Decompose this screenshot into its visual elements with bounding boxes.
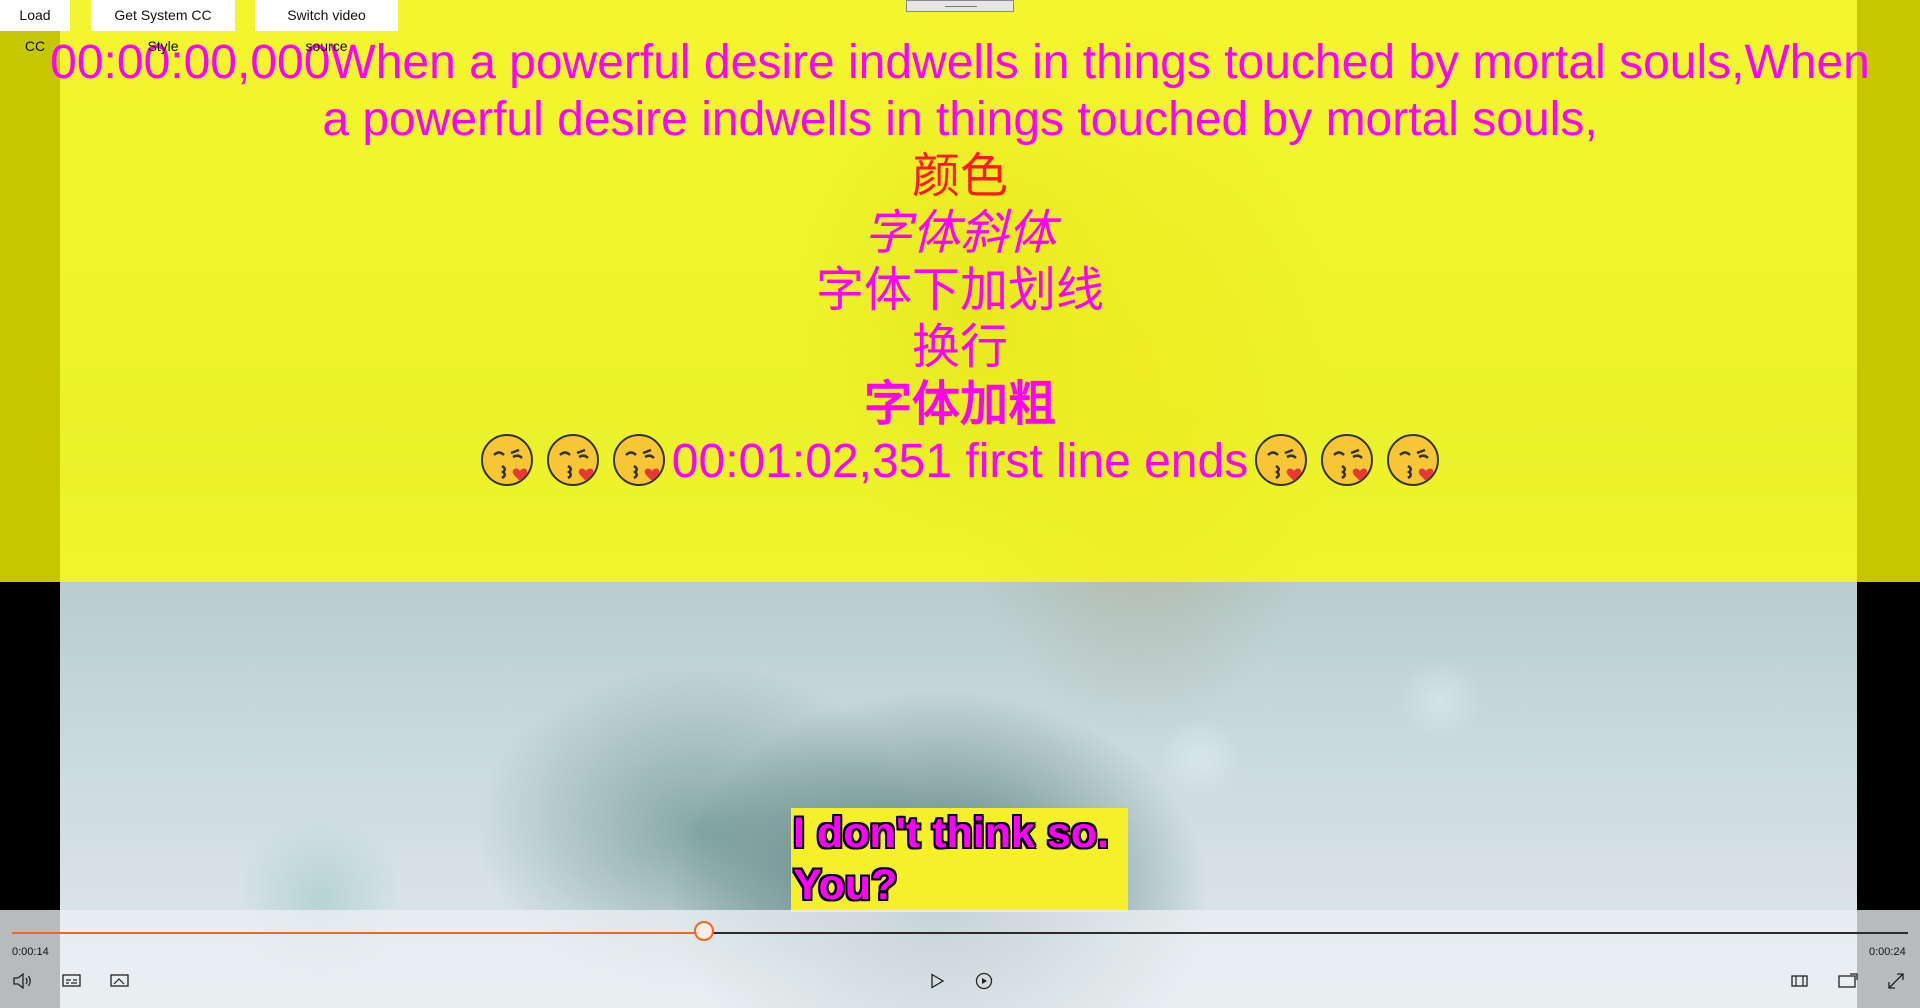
kissing-face-emoji-icon bbox=[1321, 434, 1374, 486]
drag-handle[interactable] bbox=[906, 0, 1014, 12]
replay-icon[interactable] bbox=[974, 971, 994, 991]
cast-icon[interactable] bbox=[110, 971, 130, 991]
caption-line-1b: a powerful desire indwells in things tou… bbox=[322, 93, 1598, 146]
get-system-cc-style-button[interactable]: Get System CC Style bbox=[91, 0, 235, 54]
fullscreen-icon[interactable] bbox=[1886, 971, 1906, 991]
seek-bar-thumb[interactable] bbox=[694, 921, 715, 941]
kissing-face-emoji-icon bbox=[480, 434, 533, 486]
kissing-face-emoji-icon bbox=[1255, 434, 1308, 486]
caption-bold-line: 字体加粗 bbox=[863, 378, 1056, 431]
play-icon[interactable] bbox=[927, 971, 947, 991]
media-player: 00:00:00,000When a powerful desire indwe… bbox=[0, 0, 1920, 1008]
subtitle-line-2: You? bbox=[793, 861, 898, 909]
caption-color-line: 颜色 bbox=[911, 150, 1008, 203]
compact-overlay-icon[interactable] bbox=[1790, 971, 1810, 991]
seek-bar[interactable] bbox=[12, 932, 1908, 934]
caption-italic-line: 字体斜体 bbox=[863, 207, 1056, 260]
kissing-face-emoji-icon bbox=[1387, 434, 1440, 486]
transport-controls bbox=[0, 910, 1920, 1008]
subtitle-line-1: I don't think so. bbox=[793, 809, 1109, 857]
seek-bar-progress bbox=[12, 932, 705, 934]
switch-video-source-button[interactable]: Switch video source bbox=[255, 0, 398, 54]
elapsed-time: 0:00:14 bbox=[12, 946, 49, 958]
total-time: 0:00:24 bbox=[1869, 946, 1906, 958]
caption-newline-line: 换行 bbox=[911, 321, 1008, 374]
kissing-face-emoji-icon bbox=[612, 434, 665, 486]
volume-icon[interactable] bbox=[13, 971, 33, 991]
caption-last-line-text: 00:01:02,351 first line ends bbox=[671, 435, 1249, 488]
kissing-face-emoji-icon bbox=[546, 434, 599, 486]
captions-icon[interactable] bbox=[62, 971, 82, 991]
picture-in-picture-icon[interactable] bbox=[1838, 971, 1858, 991]
load-cc-button[interactable]: Load CC bbox=[0, 0, 70, 54]
closed-caption-text: 00:00:00,000When a powerful desire indwe… bbox=[0, 34, 1920, 490]
caption-line-1a: 00:00:00,000When a powerful desire indwe… bbox=[50, 36, 1870, 89]
caption-emoji-line: 00:01:02,351 first line ends bbox=[0, 433, 1920, 490]
caption-underline-line: 字体下加划线 bbox=[815, 264, 1104, 317]
